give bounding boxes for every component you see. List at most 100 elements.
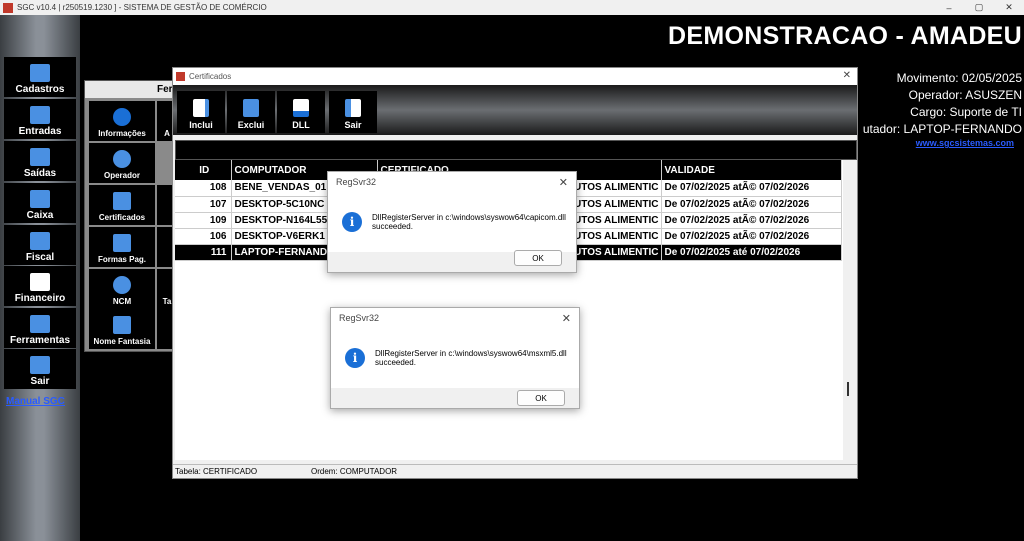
panel-item-nome-fantasia[interactable]: Nome Fantasia [89, 309, 155, 349]
close-icon[interactable]: ✕ [843, 70, 851, 81]
sidebar-item-cadastros[interactable]: Cadastros [4, 57, 76, 97]
toolbar-label: Exclui [237, 120, 265, 130]
sair-button[interactable]: Sair [329, 91, 377, 133]
cell-id: 108 [175, 180, 232, 197]
cell-validade: De 07/02/2025 atÃ© 07/02/2026 [661, 228, 842, 245]
dialog-body: i DllRegisterServer in c:\windows\syswow… [331, 328, 579, 388]
panel-item-ncm[interactable]: NCM [89, 269, 155, 309]
sidebar-item-label: Fiscal [25, 252, 55, 263]
column-header-id[interactable]: ID [175, 160, 232, 180]
dialog-titlebar: RegSvr32 ✕ [331, 308, 579, 328]
sidebar-item-saidas[interactable]: Saídas [4, 141, 76, 181]
cell-validade: De 07/02/2025 atÃ© 07/02/2026 [661, 196, 842, 213]
operador-text: Operador: ASUSZEN [908, 88, 1022, 102]
exit-icon [30, 356, 50, 374]
panel-item-label: Operador [103, 171, 140, 180]
cell-id: 111 [175, 244, 232, 261]
manual-link[interactable]: Manual SGC [6, 396, 65, 407]
dialog-message-line: succeeded. [375, 358, 416, 367]
payment-icon [113, 234, 131, 252]
truck-icon [30, 106, 50, 124]
dll-file-icon [293, 99, 309, 117]
info-icon: i [345, 348, 365, 368]
sidebar-item-fiscal[interactable]: Fiscal [4, 225, 76, 265]
panel-item-label: Informações [98, 129, 146, 138]
panel-item-certificados[interactable]: Certificados [89, 185, 155, 225]
cell-id: 109 [175, 212, 232, 229]
panel-item-informacoes[interactable]: Informações [89, 101, 155, 141]
certificados-title: Certificados [189, 72, 232, 81]
id-card-icon [113, 316, 131, 334]
sidebar-item-financeiro[interactable]: Financeiro [4, 266, 76, 306]
certificados-toolbar: Inclui Exclui DLL Sair [173, 85, 857, 135]
exit-icon [345, 99, 361, 117]
cargo-text: Cargo: Suporte de TI [910, 105, 1022, 119]
regsvr32-dialog: RegSvr32 ✕ i DllRegisterServer in c:\win… [327, 171, 577, 273]
add-file-icon [193, 99, 209, 117]
panel-item-label: Ta [162, 297, 172, 306]
dialog-message: DllRegisterServer in c:\windows\syswow64… [372, 213, 566, 231]
toolbar-label: Sair [344, 120, 362, 130]
movimento-text: Movimento: 02/05/2025 [896, 71, 1022, 85]
panel-item-label: Formas Pag. [97, 255, 146, 264]
dialog-footer: OK [331, 388, 579, 408]
certificados-titlebar: Certificados ✕ [173, 68, 857, 85]
panel-item-label: A [164, 129, 170, 138]
sidebar-item-entradas[interactable]: Entradas [4, 99, 76, 139]
database-icon [113, 276, 131, 294]
sidebar-item-label: Sair [30, 376, 50, 387]
sidebar-item-label: Financeiro [14, 293, 66, 304]
close-icon[interactable]: ✕ [562, 312, 571, 325]
close-icon[interactable]: ✕ [559, 176, 568, 189]
app-icon [176, 72, 185, 81]
panel-header: Fer [85, 81, 183, 98]
minimize-button[interactable]: – [934, 0, 964, 15]
window-controls: – ▢ ✕ [934, 0, 1024, 15]
ok-button[interactable]: OK [517, 390, 565, 406]
panel-item-formas-pag[interactable]: Formas Pag. [89, 227, 155, 267]
sidebar-item-label: Entradas [18, 126, 62, 137]
sidebar-item-label: Cadastros [15, 84, 65, 95]
certificate-icon [113, 192, 131, 210]
status-order: Ordem: COMPUTADOR [311, 467, 398, 476]
column-header-validade[interactable]: VALIDADE [661, 160, 842, 180]
maximize-button[interactable]: ▢ [964, 0, 994, 15]
site-link[interactable]: www.sgcsistemas.com [916, 138, 1014, 148]
database-icon [30, 64, 50, 82]
window-titlebar: SGC v10.4 | r250519.1230 ] - SISTEMA DE … [0, 0, 1024, 15]
computador-text: utador: LAPTOP-FERNANDO [862, 122, 1022, 136]
info-icon: i [342, 212, 362, 232]
sidebar-item-label: Saídas [23, 168, 57, 179]
cell-validade: De 07/02/2025 atÃ© 07/02/2026 [661, 212, 842, 229]
ok-button[interactable]: OK [514, 250, 562, 266]
sidebar-item-label: Caixa [26, 210, 54, 221]
sidebar-item-sair[interactable]: Sair [4, 349, 76, 389]
dialog-titlebar: RegSvr32 ✕ [328, 172, 576, 192]
document-icon [30, 273, 50, 291]
company-title: DEMONSTRACAO - AMADEU [668, 22, 1022, 50]
app-icon [3, 2, 13, 13]
trash-icon [243, 99, 259, 117]
inclui-button[interactable]: Inclui [177, 91, 225, 133]
scrollbar-thumb[interactable] [847, 382, 849, 396]
panel-item-operador[interactable]: Operador [89, 143, 155, 183]
dialog-message: DllRegisterServer in c:\windows\syswow64… [375, 349, 567, 367]
status-table: Tabela: CERTIFICADO [175, 467, 258, 476]
toolbar-label: Inclui [189, 120, 213, 130]
panel-item-label: Nome Fantasia [93, 337, 151, 346]
cart-icon [30, 148, 50, 166]
regsvr32-dialog: RegSvr32 ✕ i DllRegisterServer in c:\win… [330, 307, 580, 409]
sidebar-item-ferramentas[interactable]: Ferramentas [4, 308, 76, 348]
dll-button[interactable]: DLL [277, 91, 325, 133]
search-bar[interactable] [175, 140, 857, 160]
dialog-message-line: DllRegisterServer in c:\windows\syswow64… [372, 213, 566, 222]
tools-icon [30, 315, 50, 333]
exclui-button[interactable]: Exclui [227, 91, 275, 133]
ferramentas-panel: Fer Informações Operador Certificados Fo… [84, 80, 184, 352]
sidebar-item-caixa[interactable]: Caixa [4, 183, 76, 223]
vertical-scrollbar[interactable] [843, 160, 855, 460]
cell-validade: De 07/02/2025 até 07/02/2026 [661, 244, 842, 261]
dialog-body: i DllRegisterServer in c:\windows\syswow… [328, 192, 576, 252]
info-icon [113, 108, 131, 126]
close-button[interactable]: ✕ [994, 0, 1024, 15]
